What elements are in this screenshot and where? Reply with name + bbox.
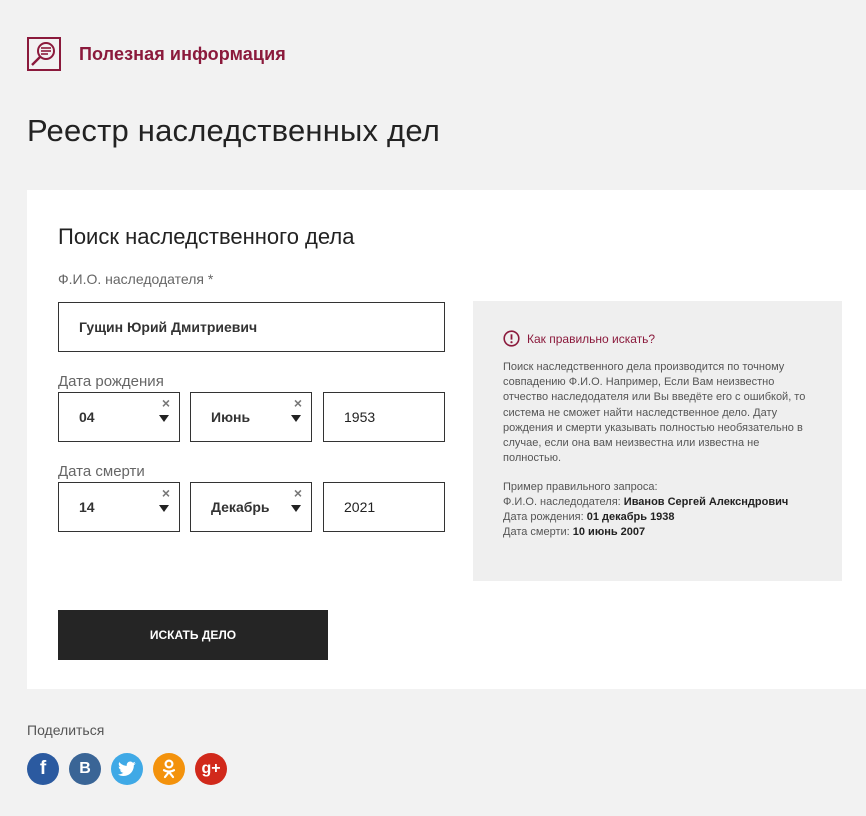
example-death: Дата смерти: 10 июнь 2007	[503, 525, 812, 540]
magnifier-document-icon	[27, 37, 61, 71]
fio-input[interactable]	[59, 303, 444, 351]
example-fio-label: Ф.И.О. наследодателя:	[503, 496, 624, 509]
useful-info-label: Полезная информация	[79, 43, 286, 64]
vk-share-button[interactable]: B	[69, 753, 101, 785]
search-card-title: Поиск наследственного дела	[58, 224, 355, 249]
birth-date-label: Дата рождения	[58, 373, 164, 390]
close-icon[interactable]: ×	[162, 395, 170, 411]
example-heading: Пример правильного запроса:	[503, 481, 658, 494]
example-fio-value: Иванов Сергей Алексндрович	[623, 496, 789, 509]
example-death-label: Дата смерти:	[503, 525, 573, 538]
chevron-down-icon[interactable]	[291, 415, 301, 422]
twitter-share-button[interactable]	[111, 753, 143, 785]
death-day-select[interactable]: 14 ×	[58, 482, 180, 532]
info-circle-icon	[503, 330, 520, 347]
example-fio: Ф.И.О. наследодателя: Иванов Сергей Алек…	[503, 495, 812, 510]
example-birth-label: Дата рождения:	[503, 510, 587, 523]
example-birth-value: 01 декабрь 1938	[586, 510, 675, 523]
birth-year-input[interactable]	[324, 393, 444, 441]
share-label: Поделиться	[27, 722, 105, 738]
help-header[interactable]: Как правильно искать?	[503, 330, 812, 347]
death-day-value: 14	[79, 499, 95, 515]
odnoklassniki-share-button[interactable]	[153, 753, 185, 785]
birth-year-field	[323, 392, 445, 442]
birth-day-value: 04	[79, 409, 95, 425]
death-date-label: Дата смерти	[58, 463, 145, 480]
twitter-bird-icon	[118, 761, 136, 776]
odnoklassniki-icon	[162, 759, 176, 779]
fio-field-wrapper	[58, 302, 445, 352]
vk-icon: B	[79, 760, 91, 777]
page-title: Реестр наследственных дел	[27, 113, 441, 148]
example-birth: Дата рождения: 01 декабрь 1938	[503, 510, 812, 525]
close-icon[interactable]: ×	[294, 395, 302, 411]
death-month-value: Декабрь	[211, 499, 270, 515]
birth-month-value: Июнь	[211, 409, 251, 425]
facebook-icon: f	[39, 758, 47, 779]
useful-info-link[interactable]: Полезная информация	[27, 37, 286, 71]
birth-month-select[interactable]: Июнь ×	[190, 392, 312, 442]
example-death-value: 10 июнь 2007	[572, 525, 646, 538]
close-icon[interactable]: ×	[294, 485, 302, 501]
chevron-down-icon[interactable]	[291, 505, 301, 512]
death-month-select[interactable]: Декабрь ×	[190, 482, 312, 532]
death-year-input[interactable]	[324, 483, 444, 531]
death-year-field	[323, 482, 445, 532]
search-card: Поиск наследственного дела Ф.И.О. наслед…	[27, 190, 866, 689]
close-icon[interactable]: ×	[162, 485, 170, 501]
facebook-share-button[interactable]: f	[27, 753, 59, 785]
google-plus-share-button[interactable]: g+	[195, 753, 227, 785]
chevron-down-icon[interactable]	[159, 415, 169, 422]
help-description: Поиск наследственного дела производится …	[503, 361, 806, 465]
help-panel: Как правильно искать? Поиск наследственн…	[473, 301, 842, 581]
help-title: Как правильно искать?	[527, 331, 656, 346]
search-case-button[interactable]: ИСКАТЬ ДЕЛО	[58, 610, 328, 660]
google-plus-icon: g+	[201, 760, 221, 777]
fio-label: Ф.И.О. наследодателя *	[58, 271, 214, 287]
chevron-down-icon[interactable]	[159, 505, 169, 512]
birth-day-select[interactable]: 04 ×	[58, 392, 180, 442]
